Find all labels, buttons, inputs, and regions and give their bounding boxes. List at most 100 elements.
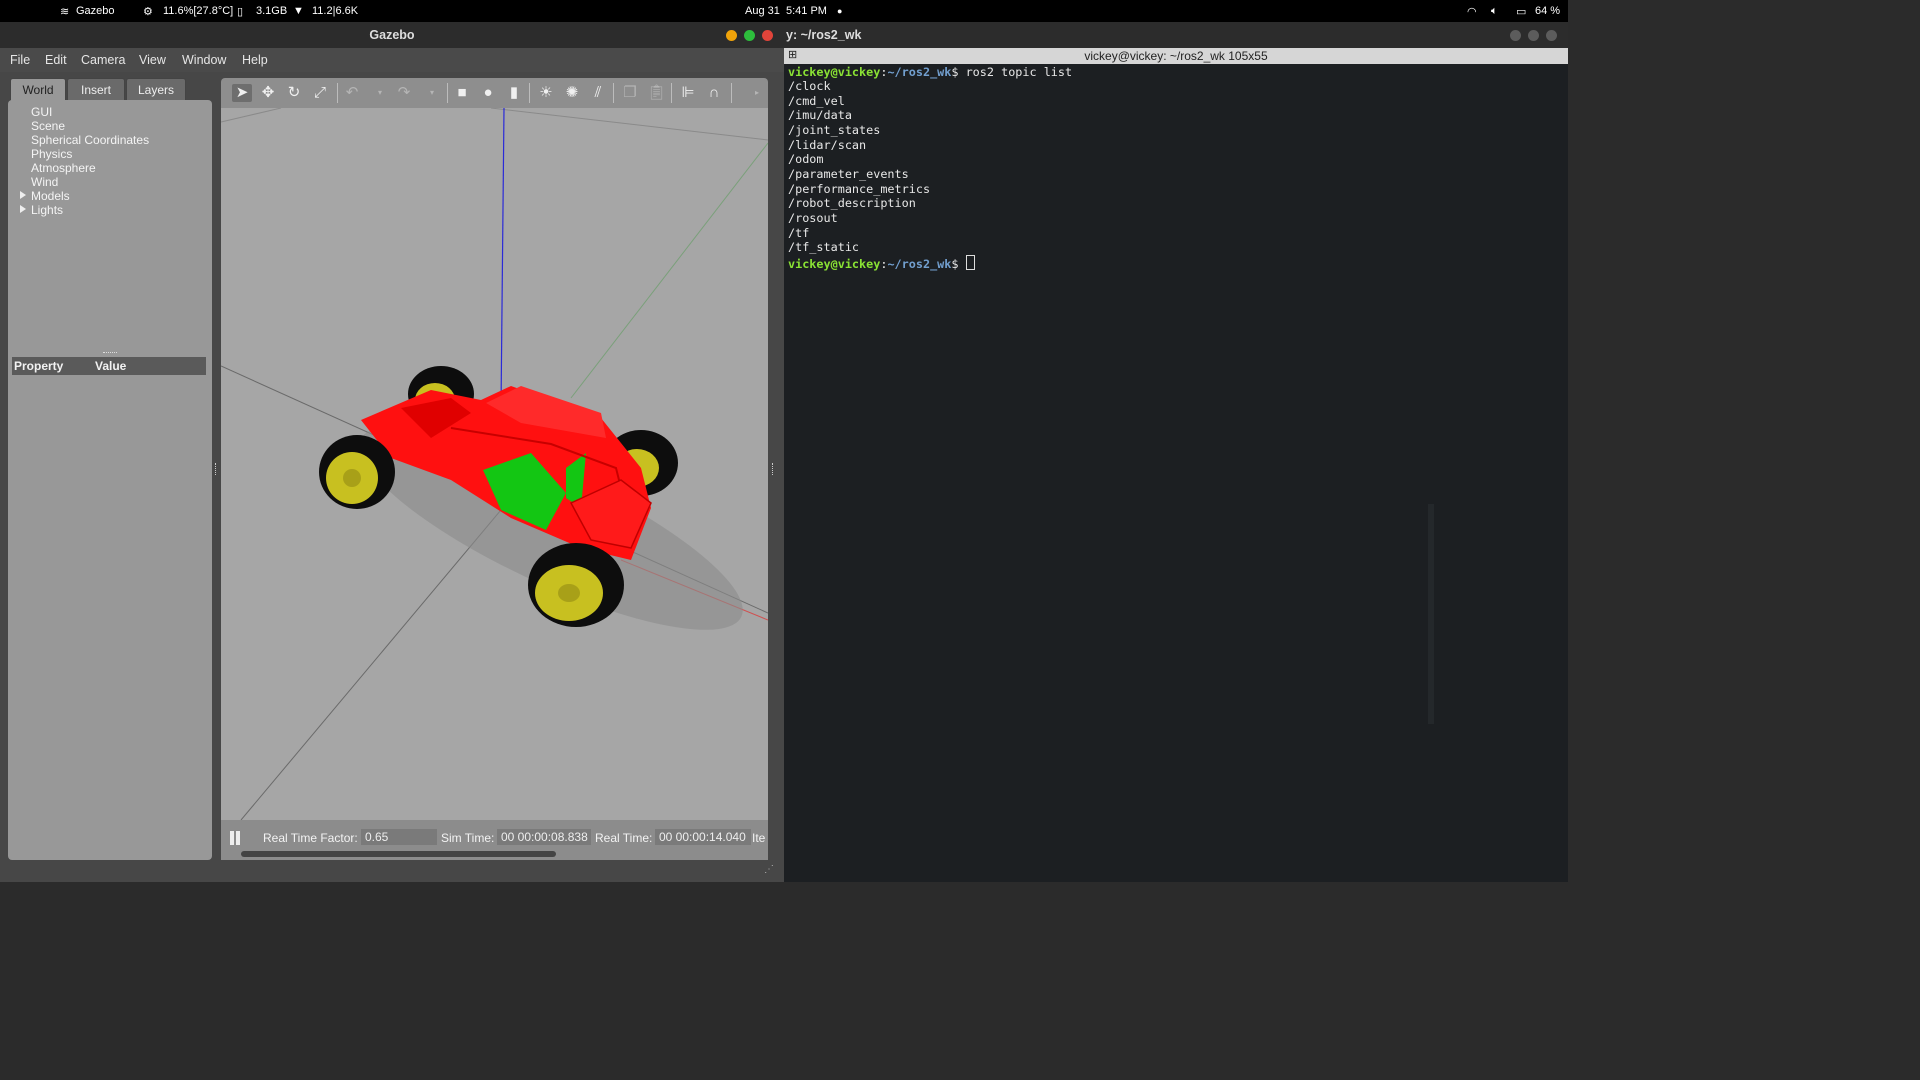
expand-arrow-icon[interactable] [20,205,26,213]
date-label[interactable]: Aug 31 [745,5,780,17]
tree-item-lights[interactable]: Lights [31,203,63,217]
tab-layers[interactable]: Layers [126,78,186,101]
tree-item-spherical-coordinates[interactable]: Spherical Coordinates [31,133,149,147]
redo-icon[interactable]: ↷ [395,84,413,102]
terminal-title-bar[interactable]: y: ~/ros2_wk [784,22,1568,48]
snap-magnet-icon[interactable]: ∩ [705,84,723,102]
grid-line [490,108,768,141]
menu-help[interactable]: Help [242,53,268,67]
real-time-value: 00 00:00:14.040 [655,829,751,845]
minimize-button[interactable] [726,30,737,41]
terminal-output[interactable]: vickey@vickey:~/ros2_wk$ ros2 topic list… [784,64,1568,882]
tree-item-gui[interactable]: GUI [31,105,52,119]
network-usage[interactable]: 11.2|6.6K [312,5,358,17]
sim-time-label: Sim Time: [441,831,495,845]
y-axis-line [570,142,768,399]
undo-icon[interactable]: ↶ [343,84,361,102]
status-scrollbar[interactable] [241,851,556,857]
cylinder-shape-icon[interactable]: ▮ [505,84,523,102]
rotate-mode-icon[interactable]: ↻ [285,84,303,102]
gazebo-app-icon: ≋ [60,6,70,18]
paste-icon[interactable]: 📋︎ [647,84,666,102]
redo-dropdown-icon[interactable]: ▾ [423,84,441,102]
active-app-name[interactable]: Gazebo [76,5,115,17]
3d-scene-viewport[interactable] [221,108,768,820]
topic-item: /rosout [788,211,838,225]
expand-arrow-icon[interactable] [20,191,26,199]
terminal-tab-header: ⊞ vickey@vickey: ~/ros2_wk 105x55 [784,48,1568,64]
tree-item-physics[interactable]: Physics [31,147,72,161]
memory-usage[interactable]: 3.1GB [256,5,287,17]
iterations-label: Ite [752,831,766,845]
scene-render [221,108,768,820]
translate-mode-icon[interactable]: ✥ [259,84,277,102]
terminal-minimize-button[interactable] [1510,30,1521,41]
sphere-shape-icon[interactable]: ● [479,84,497,102]
scene-toolbar: ➤ ✥ ↻ ⤢ ↶ ▾ ↷ ▾ ■ ● ▮ ☀ ✺ ⫽ ❐ 📋︎ ⊫ ∩ ▸ [221,78,768,108]
cpu-icon: ⚙ [143,6,153,18]
rtf-value: 0.65 [361,829,437,845]
scale-mode-icon[interactable]: ⤢ [311,84,329,102]
left-splitter-handle[interactable] [215,463,218,475]
topic-item: /joint_states [788,123,881,137]
directional-light-icon[interactable]: ⫽ [589,84,607,102]
grid-line [221,108,282,123]
menu-edit[interactable]: Edit [45,53,67,67]
tree-item-atmosphere[interactable]: Atmosphere [31,161,96,175]
topic-item: /parameter_events [788,167,909,181]
tree-item-scene[interactable]: Scene [31,119,65,133]
wifi-icon[interactable]: ◠ [1467,5,1477,18]
rtf-label: Real Time Factor: [263,831,358,845]
prompt-line: vickey@vickey:~/ros2_wk$ ros2 topic list [788,65,1073,79]
topic-item: /performance_metrics [788,182,931,196]
menu-window[interactable]: Window [182,53,226,67]
tab-insert[interactable]: Insert [67,78,125,101]
pause-icon[interactable] [230,831,234,845]
battery-level: 64 % [1535,5,1561,17]
front-right-wheel [528,543,624,627]
tree-item-wind[interactable]: Wind [31,175,58,189]
battery-icon[interactable]: ▭ [1516,5,1526,18]
system-top-bar: ≋ Gazebo ⚙ 11.6%[27.8°C] ▯ 3.1GB ▼ 11.2|… [0,0,1568,22]
topic-item: /tf_static [788,240,860,254]
close-button[interactable] [762,30,773,41]
tab-world[interactable]: World [10,78,66,101]
spot-light-icon[interactable]: ✺ [563,84,581,102]
copy-icon[interactable]: ❐ [621,84,639,102]
clock-label[interactable]: 5:41 PM [786,5,827,17]
gazebo-menu-bar: File Edit Camera View Window Help [0,48,784,72]
toolbar-separator [613,83,614,103]
topic-item: /imu/data [788,108,852,122]
menu-file[interactable]: File [10,53,30,67]
memory-icon: ▯ [237,6,244,18]
pause-icon-bar[interactable] [236,831,240,845]
right-splitter-handle[interactable] [772,463,775,475]
resize-grip-icon[interactable]: ⋰ [764,864,774,875]
gazebo-title-bar[interactable]: Gazebo [0,22,784,48]
terminal-close-button[interactable] [1546,30,1557,41]
align-icon[interactable]: ⊫ [679,84,697,102]
toolbar-separator [731,83,732,103]
maximize-button[interactable] [744,30,755,41]
splitter-handle[interactable] [103,352,117,355]
terminal-cursor [965,255,975,270]
terminal-scrollbar[interactable] [1428,504,1434,724]
terminal-session-title: vickey@vickey: ~/ros2_wk 105x55 [1084,49,1268,63]
topic-item: /clock [788,79,831,93]
network-icon: ▼ [293,5,304,17]
real-time-label: Real Time: [595,831,653,845]
cpu-usage[interactable]: 11.6%[27.8°C] [163,5,233,17]
volume-icon[interactable]: 🔈︎ [1491,5,1498,18]
value-column-label: Value [95,359,127,373]
point-light-icon[interactable]: ☀ [537,84,555,102]
toolbar-separator [337,83,338,103]
tree-item-models[interactable]: Models [31,189,70,203]
toolbar-separator [447,83,448,103]
box-shape-icon[interactable]: ■ [453,84,471,102]
menu-view[interactable]: View [139,53,166,67]
terminal-maximize-button[interactable] [1528,30,1539,41]
undo-dropdown-icon[interactable]: ▾ [371,84,389,102]
select-mode-icon[interactable]: ➤ [232,84,252,102]
menu-camera[interactable]: Camera [81,53,125,67]
toolbar-overflow-icon[interactable]: ▸ [748,84,766,102]
